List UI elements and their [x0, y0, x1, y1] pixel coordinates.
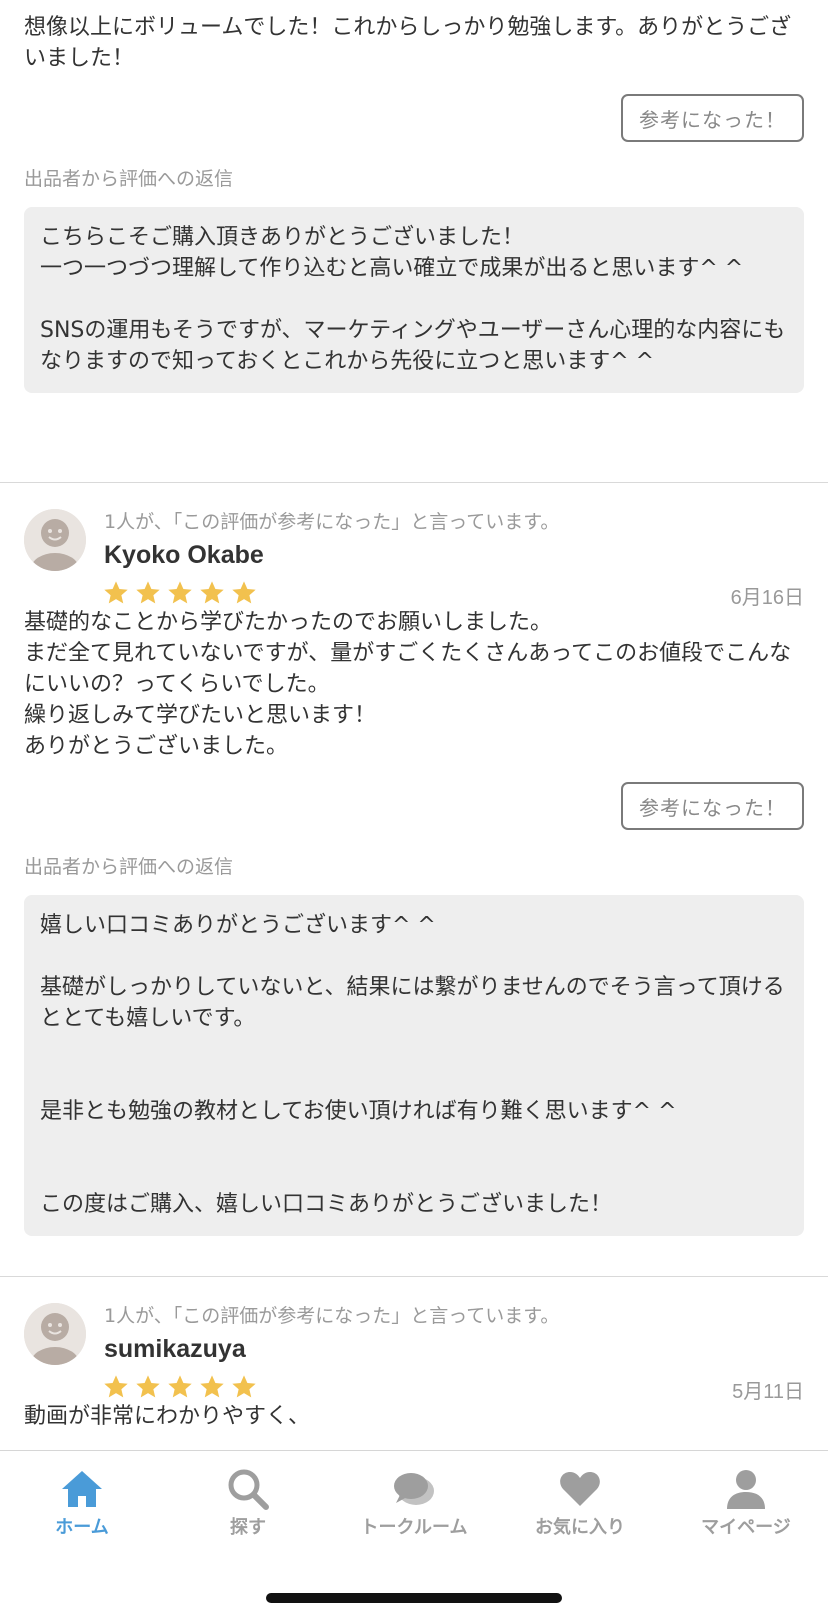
- tab-favorites[interactable]: お気に入り: [510, 1467, 650, 1539]
- tab-label: マイページ: [701, 1517, 791, 1538]
- avatar[interactable]: [24, 1303, 86, 1365]
- star-icon: [104, 1375, 128, 1398]
- reply-label: 出品者から評価への返信: [24, 168, 234, 190]
- tab-bar: ホーム 探す トークルーム お気に入り マイページ: [0, 1450, 828, 1616]
- home-indicator: [266, 1593, 562, 1603]
- review-text: 想像以上にボリュームでした！これからしっかり勉強します。ありがとうございました！: [24, 15, 792, 71]
- reviewer-name[interactable]: Kyoko Okabe: [104, 541, 264, 570]
- avatar-face-icon: [24, 1303, 86, 1365]
- helpful-button[interactable]: 参考になった！: [621, 94, 804, 142]
- star-icon: [168, 1375, 192, 1398]
- star-icon: [200, 1375, 224, 1398]
- chat-icon: [344, 1467, 484, 1511]
- search-icon: [178, 1467, 318, 1511]
- star-icon: [104, 581, 128, 604]
- tab-talkroom[interactable]: トークルーム: [344, 1467, 484, 1539]
- avatar-face-icon: [24, 509, 86, 571]
- tab-label: トークルーム: [360, 1517, 468, 1538]
- review-date: 5月11日: [732, 1381, 804, 1403]
- review-item: 1人が、「この評価が参考になった」と言っています。 sumikazuya 5月1…: [0, 1277, 828, 1432]
- tab-home[interactable]: ホーム: [12, 1467, 152, 1539]
- tab-search[interactable]: 探す: [178, 1467, 318, 1539]
- helpful-button[interactable]: 参考になった！: [621, 782, 804, 830]
- review-list[interactable]: 想像以上にボリュームでした！これからしっかり勉強します。ありがとうございました！…: [0, 0, 828, 1450]
- reviewer-name[interactable]: sumikazuya: [104, 1335, 246, 1364]
- reply-label: 出品者から評価への返信: [24, 856, 234, 878]
- star-rating: [102, 579, 258, 607]
- star-rating: [102, 1373, 258, 1401]
- star-icon: [232, 581, 256, 604]
- tab-label: 探す: [230, 1517, 266, 1538]
- review-item: 想像以上にボリュームでした！これからしっかり勉強します。ありがとうございました！…: [0, 12, 828, 393]
- review-item: 1人が、「この評価が参考になった」と言っています。 Kyoko Okabe 6月…: [0, 483, 828, 1236]
- tab-mypage[interactable]: マイページ: [676, 1467, 816, 1539]
- review-text: 動画が非常にわかりやすく、: [24, 1404, 311, 1429]
- review-text: 基礎的なことから学びたかったのでお願いしました。 まだ全て見れていないですが、量…: [24, 610, 792, 759]
- person-icon: [676, 1467, 816, 1511]
- seller-reply: 嬉しい口コミありがとうございます^ ^ 基礎がしっかりしていないと、結果には繋が…: [24, 895, 804, 1236]
- heart-icon: [510, 1467, 650, 1511]
- helpful-count: 1人が、「この評価が参考になった」と言っています。: [104, 1305, 560, 1327]
- star-icon: [168, 581, 192, 604]
- star-icon: [200, 581, 224, 604]
- star-icon: [136, 581, 160, 604]
- seller-reply: こちらこそご購入頂きありがとうございました！ 一つ一つづつ理解して作り込むと高い…: [24, 207, 804, 393]
- review-date: 6月16日: [730, 587, 804, 609]
- star-icon: [232, 1375, 256, 1398]
- tab-label: ホーム: [55, 1517, 109, 1538]
- helpful-count: 1人が、「この評価が参考になった」と言っています。: [104, 511, 560, 533]
- avatar[interactable]: [24, 509, 86, 571]
- tab-label: お気に入り: [535, 1517, 625, 1538]
- home-icon: [12, 1467, 152, 1511]
- star-icon: [136, 1375, 160, 1398]
